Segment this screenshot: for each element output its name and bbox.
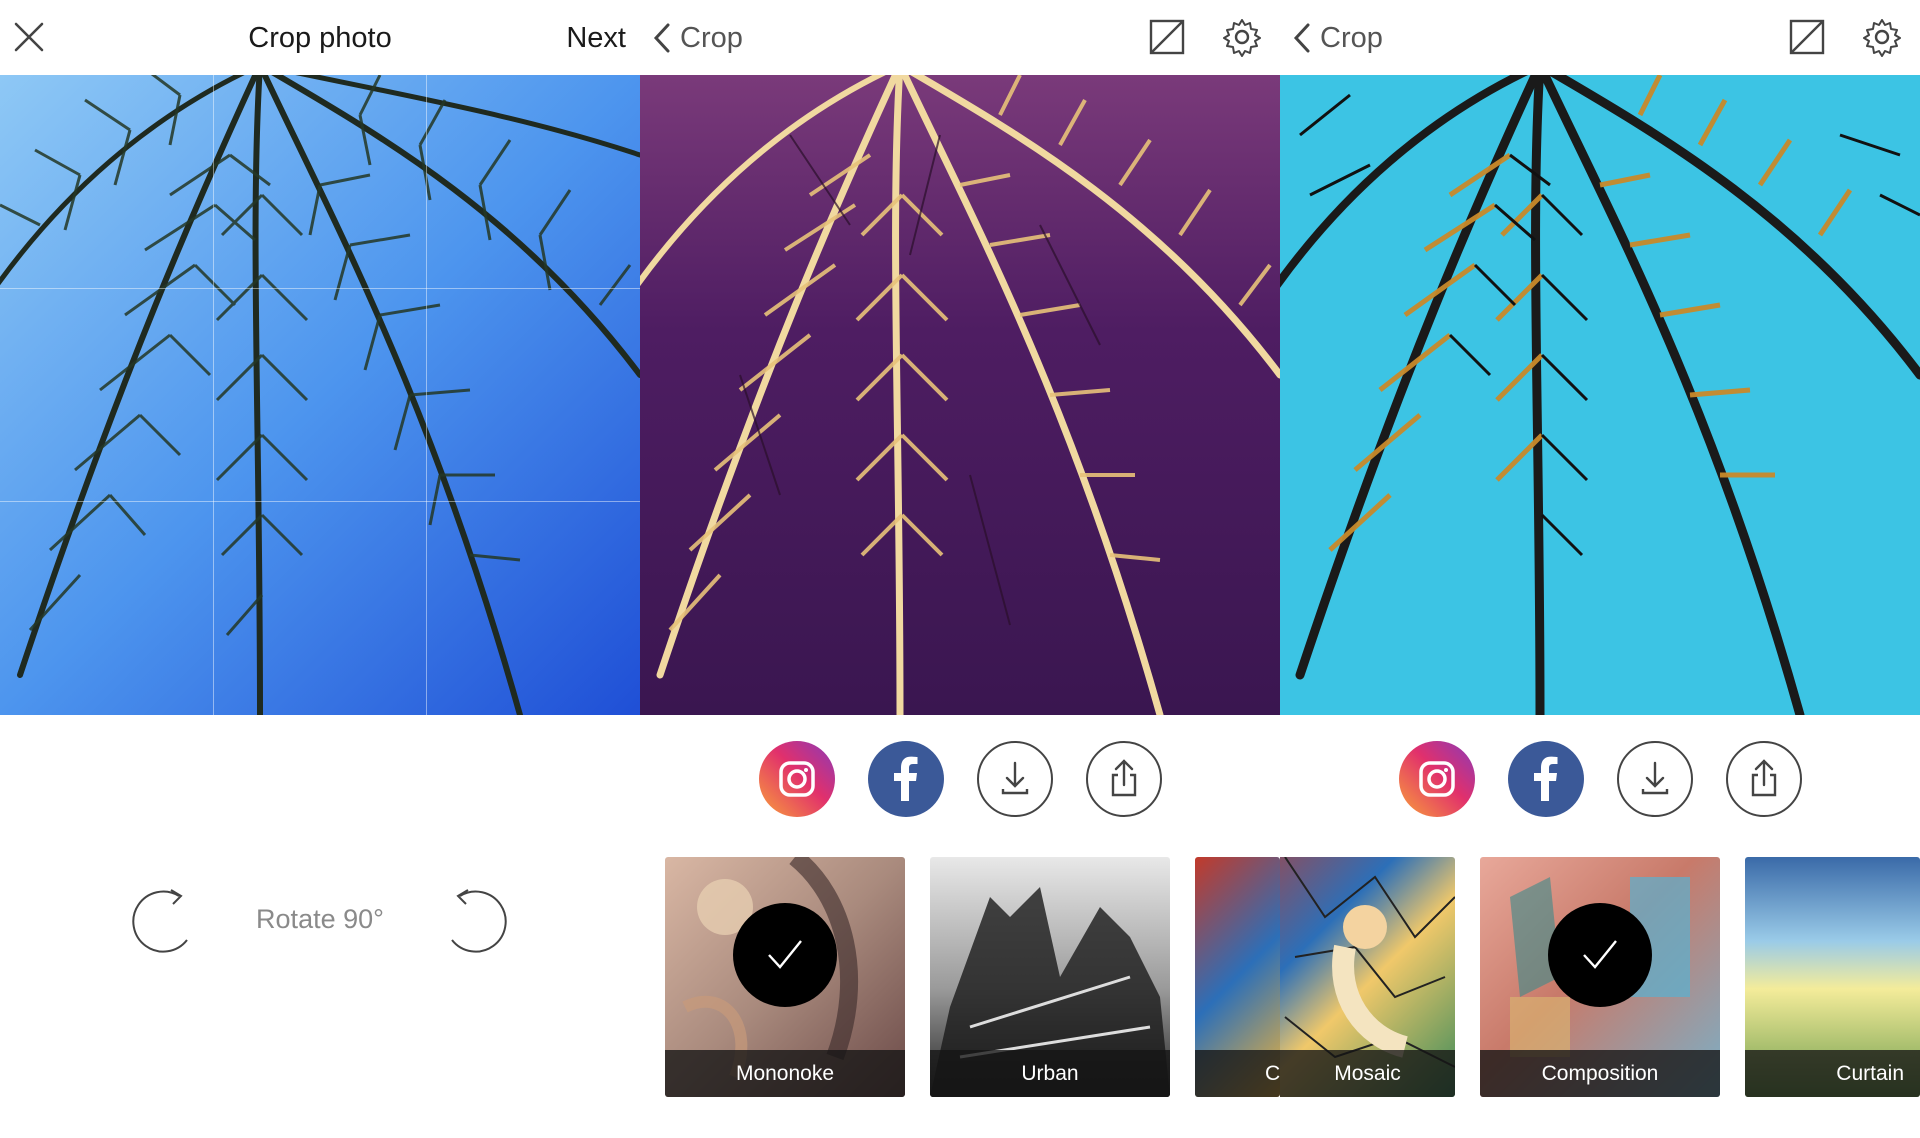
instagram-icon[interactable] <box>1399 741 1475 817</box>
facebook-icon[interactable] <box>1508 741 1584 817</box>
filter-thumb-urban[interactable]: Urban <box>930 857 1170 1097</box>
rotate-counterclockwise-icon[interactable] <box>436 882 512 958</box>
next-button[interactable]: Next <box>566 20 626 56</box>
download-icon[interactable] <box>1617 741 1693 817</box>
filter-result-screen: Crop <box>640 0 1280 1138</box>
aspect-ratio-icon[interactable] <box>1147 17 1187 57</box>
share-row <box>1280 741 1920 817</box>
filter-strip: Mosaic Composition Curtain <box>1280 857 1920 1097</box>
filter-label: Urban <box>930 1050 1170 1097</box>
filter-thumb-partial[interactable]: C <box>1195 857 1280 1097</box>
page-title: Crop photo <box>248 22 392 54</box>
stylized-photo-composition <box>1280 75 1920 715</box>
rotate-controls: Rotate 90° <box>0 880 640 960</box>
top-bar: Crop <box>1280 0 1920 75</box>
chevron-left-icon <box>653 23 670 53</box>
stylized-photo-mononoke <box>640 75 1280 715</box>
crop-grid-line <box>426 75 427 715</box>
rotate-label: Rotate 90° <box>256 904 384 934</box>
share-icon[interactable] <box>1086 741 1162 817</box>
share-row <box>640 741 1280 817</box>
filter-thumb-curtain[interactable]: Curtain <box>1745 857 1920 1097</box>
chevron-left-icon <box>1293 23 1310 53</box>
gear-icon[interactable] <box>1222 17 1262 57</box>
filter-thumb-mononoke[interactable]: Mononoke <box>665 857 905 1097</box>
selected-check-icon <box>733 903 837 1007</box>
filter-thumb-mosaic[interactable]: Mosaic <box>1280 857 1455 1097</box>
back-label: Crop <box>680 22 743 54</box>
top-bar: Crop <box>640 0 1280 75</box>
crop-grid-line <box>0 501 640 502</box>
gear-icon[interactable] <box>1862 17 1902 57</box>
filter-result-screen: Crop <box>1280 0 1920 1138</box>
share-icon[interactable] <box>1726 741 1802 817</box>
crop-grid-line <box>213 75 214 715</box>
back-button[interactable]: Crop <box>652 18 743 58</box>
photo-crop-area[interactable] <box>0 75 640 715</box>
facebook-icon[interactable] <box>868 741 944 817</box>
filter-label: Mosaic <box>1280 1050 1455 1097</box>
palm-photo-original <box>0 75 640 715</box>
back-label: Crop <box>1320 22 1383 54</box>
crop-grid-line <box>0 288 640 289</box>
back-button[interactable]: Crop <box>1292 18 1383 58</box>
filter-label: Curtain <box>1745 1050 1920 1097</box>
aspect-ratio-icon[interactable] <box>1787 17 1827 57</box>
top-bar: Crop photo Next <box>0 0 640 75</box>
filter-label: C <box>1195 1050 1280 1097</box>
filter-strip: Mononoke Urban C <box>640 857 1280 1097</box>
download-icon[interactable] <box>977 741 1053 817</box>
instagram-icon[interactable] <box>759 741 835 817</box>
crop-photo-screen: Crop photo Next Rotate 90° <box>0 0 640 1138</box>
filter-label: Mononoke <box>665 1050 905 1097</box>
filter-label: Composition <box>1480 1050 1720 1097</box>
filter-thumb-composition[interactable]: Composition <box>1480 857 1720 1097</box>
selected-check-icon <box>1548 903 1652 1007</box>
